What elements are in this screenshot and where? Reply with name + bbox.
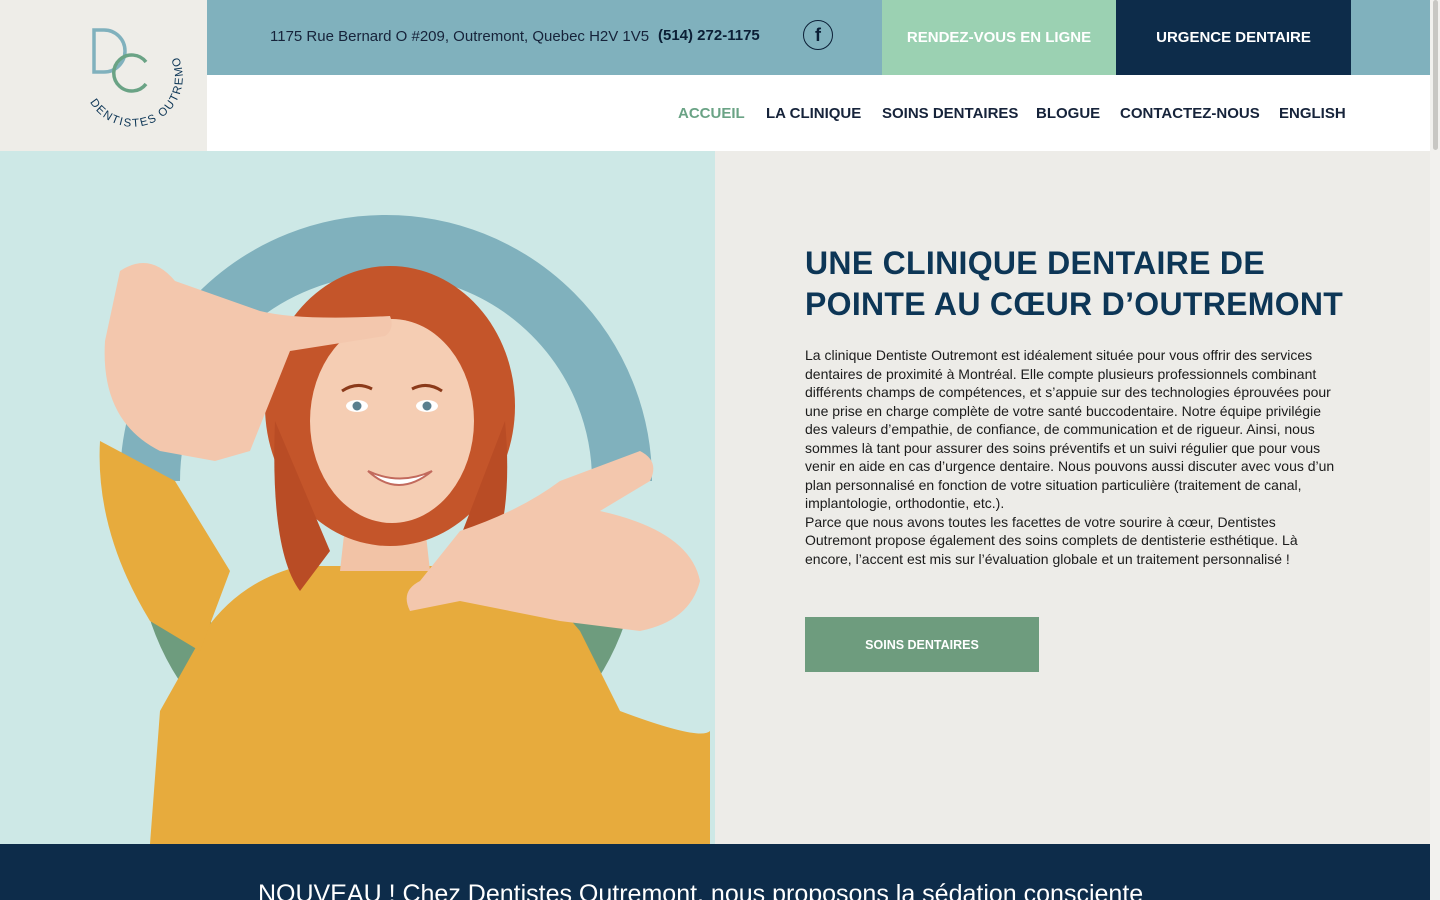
announcement-banner: NOUVEAU ! Chez Dentistes Outremont, nous… (0, 844, 1430, 900)
facebook-icon[interactable]: f (803, 20, 833, 50)
nav-item-english[interactable]: ENGLISH (1279, 105, 1346, 122)
top-bar: 1175 Rue Bernard O #209, Outremont, Queb… (207, 0, 1430, 75)
main-nav: ACCUEIL LA CLINIQUE SOINS DENTAIRES BLOG… (207, 75, 1430, 151)
hero-illustration (99, 215, 710, 844)
phone-link[interactable]: (514) 272-1175 (658, 27, 760, 44)
hero-paragraph: La clinique Dentiste Outremont est idéal… (805, 347, 1335, 511)
facebook-glyph: f (815, 24, 821, 45)
emergency-button[interactable]: URGENCE DENTAIRE (1116, 0, 1351, 75)
online-booking-button[interactable]: RENDEZ-VOUS EN LIGNE (882, 0, 1116, 75)
hero-title: UNE CLINIQUE DENTAIRE DE POINTE AU CŒUR … (805, 245, 1344, 322)
nav-item-la-clinique[interactable]: LA CLINIQUE (766, 105, 861, 122)
soins-dentaires-button[interactable]: SOINS DENTAIRES (805, 617, 1039, 672)
logo-arc-text: DENTISTES OUTREMONT (80, 22, 185, 130)
hero-image (0, 151, 715, 844)
svg-text:DENTISTES OUTREMONT: DENTISTES OUTREMONT (80, 22, 186, 130)
hero-paragraph: Parce que nous avons toutes les facettes… (805, 513, 1298, 567)
nav-item-blogue[interactable]: BLOGUE (1036, 105, 1100, 122)
logo[interactable]: DENTISTES OUTREMONT (0, 0, 207, 151)
hero-content: UNE CLINIQUE DENTAIRE DE POINTE AU CŒUR … (715, 151, 1430, 844)
nav-item-soins-dentaires[interactable]: SOINS DENTAIRES (882, 105, 1018, 122)
clinic-address: 1175 Rue Bernard O #209, Outremont, Queb… (270, 28, 650, 45)
announcement-text: NOUVEAU ! Chez Dentistes Outremont, nous… (258, 880, 1144, 900)
hero-description: La clinique Dentiste Outremont est idéal… (805, 346, 1345, 568)
logo-mark: DENTISTES OUTREMONT (80, 22, 186, 130)
nav-item-accueil[interactable]: ACCUEIL (678, 105, 745, 122)
nav-item-contactez-nous[interactable]: CONTACTEZ-NOUS (1120, 105, 1260, 122)
scrollbar-thumb[interactable] (1433, 0, 1438, 150)
